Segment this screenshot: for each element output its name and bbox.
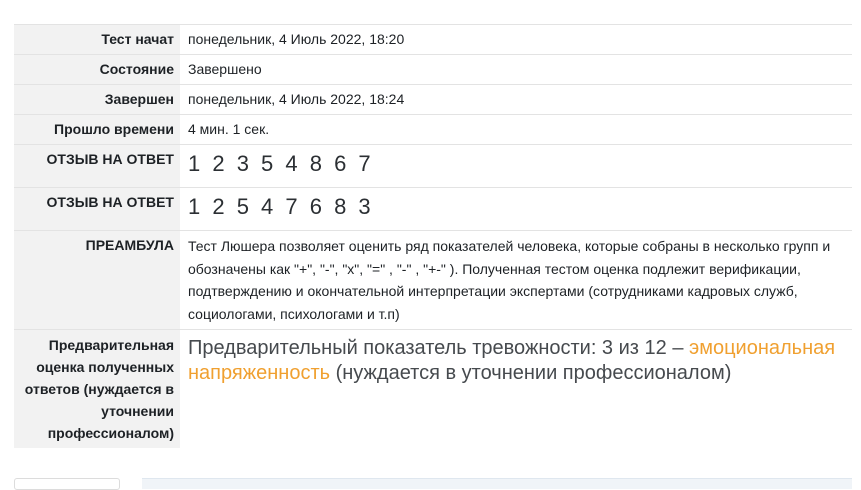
feedback-1-value: 1 2 3 5 4 8 6 7 bbox=[180, 144, 852, 187]
feedback-2-label: ОТЗЫВ НА ОТВЕТ bbox=[14, 187, 180, 230]
estimate-suffix: (нуждается в уточнении профессионалом) bbox=[330, 362, 732, 384]
preamble-label: ПРЕАМБУЛА bbox=[14, 230, 180, 329]
summary-row-preamble: ПРЕАМБУЛА Тест Люшера позволяет оценить … bbox=[14, 230, 852, 329]
estimate-label: Предварительная оценка полученных ответо… bbox=[14, 329, 180, 448]
started-value: понедельник, 4 Июль 2022, 18:20 bbox=[180, 24, 852, 54]
summary-row-elapsed: Прошло времени 4 мин. 1 сек. bbox=[14, 114, 852, 144]
estimate-value: Предварительный показатель тревожности: … bbox=[180, 329, 852, 448]
state-value: Завершено bbox=[180, 54, 852, 84]
feedback-1-label: ОТЗЫВ НА ОТВЕТ bbox=[14, 144, 180, 187]
navigation-panel bbox=[142, 478, 852, 489]
summary-row-feedback-2: ОТЗЫВ НА ОТВЕТ 1 2 5 4 7 6 8 3 bbox=[14, 187, 852, 230]
elapsed-label: Прошло времени bbox=[14, 114, 180, 144]
started-label: Тест начат bbox=[14, 24, 180, 54]
feedback-2-value: 1 2 5 4 7 6 8 3 bbox=[180, 187, 852, 230]
quiz-summary-table: Тест начат понедельник, 4 Июль 2022, 18:… bbox=[14, 24, 852, 448]
summary-row-started: Тест начат понедельник, 4 Июль 2022, 18:… bbox=[14, 24, 852, 54]
summary-row-feedback-1: ОТЗЫВ НА ОТВЕТ 1 2 3 5 4 8 6 7 bbox=[14, 144, 852, 187]
summary-row-state: Состояние Завершено bbox=[14, 54, 852, 84]
elapsed-value: 4 мин. 1 сек. bbox=[180, 114, 852, 144]
summary-row-estimate: Предварительная оценка полученных ответо… bbox=[14, 329, 852, 448]
completed-value: понедельник, 4 Июль 2022, 18:24 bbox=[180, 84, 852, 114]
finish-review-button[interactable] bbox=[14, 478, 120, 490]
state-label: Состояние bbox=[14, 54, 180, 84]
preamble-value: Тест Люшера позволяет оценить ряд показа… bbox=[180, 230, 852, 329]
completed-label: Завершен bbox=[14, 84, 180, 114]
summary-row-completed: Завершен понедельник, 4 Июль 2022, 18:24 bbox=[14, 84, 852, 114]
estimate-prefix: Предварительный показатель тревожности: … bbox=[188, 337, 689, 359]
